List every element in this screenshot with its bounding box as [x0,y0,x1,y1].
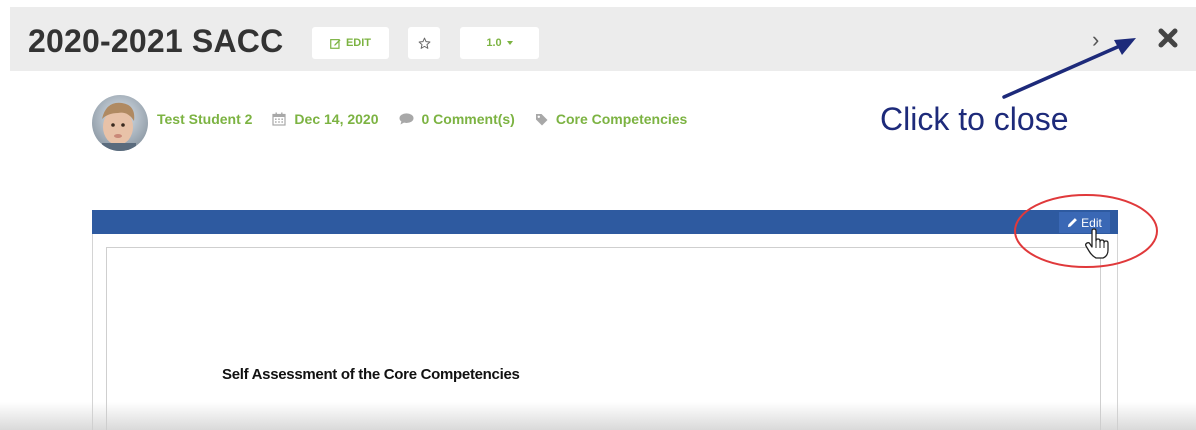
page-title: 2020-2021 SACC [28,23,284,59]
author-link[interactable]: Test Student 2 [157,111,252,127]
version-dropdown[interactable]: 1.0 [460,27,539,59]
edit-button-label: EDIT [345,37,372,49]
star-icon [418,37,430,49]
annotation-label: Click to close [880,101,1069,137]
hand-cursor-icon [1085,228,1109,259]
category-link[interactable]: Core Competencies [556,111,687,127]
edit-icon [330,38,341,49]
post-header: 2020-2021 SACC EDIT 1.0 › [10,7,1196,71]
page: 2020-2021 SACC EDIT 1.0 › Test Student 2… [0,0,1196,430]
chevron-right-icon[interactable]: › [1092,28,1099,52]
edit-button[interactable]: EDIT [312,27,389,59]
comment-icon [399,113,413,125]
favorite-button[interactable] [408,27,440,59]
version-label: 1.0 [486,37,502,49]
document-toolbar [92,210,1118,234]
tag-icon [535,113,548,125]
document-heading: Self Assessment of the Core Competencies [222,366,520,383]
comments-link[interactable]: 0 Comment(s) [422,111,515,127]
post-date: Dec 14, 2020 [294,111,379,127]
post-meta: Test Student 2 Dec 14, 2020 0 Comment(s)… [157,111,687,127]
calendar-icon [272,112,287,126]
avatar [92,95,148,151]
bottom-shadow [0,402,1196,430]
close-icon[interactable] [1154,24,1182,52]
caret-down-icon [506,41,513,45]
